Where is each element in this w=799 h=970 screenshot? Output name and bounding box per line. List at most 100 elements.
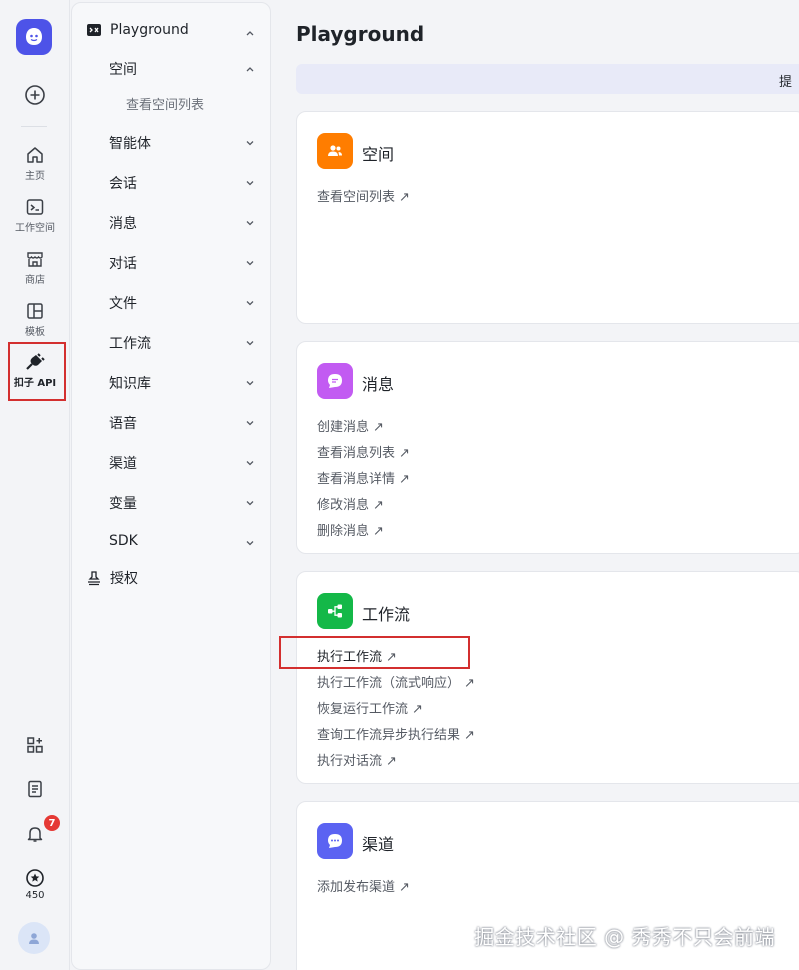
link-label: 修改消息: [317, 498, 370, 513]
notifications-button[interactable]: [0, 824, 70, 844]
points-button[interactable]: 450: [0, 868, 70, 901]
template-icon: [27, 303, 43, 319]
nav-item-file[interactable]: 文件: [109, 293, 137, 313]
rail-divider: [21, 126, 47, 127]
link-label: 查看消息详情: [317, 472, 396, 487]
page-title: Playground: [296, 22, 425, 46]
card-space: 空间 查看空间列表 ↗: [296, 111, 799, 324]
link-workflow-async-result[interactable]: 查询工作流异步执行结果 ↗: [317, 724, 475, 743]
apps-button[interactable]: [0, 735, 70, 755]
home-icon: [27, 147, 43, 163]
tip-banner: 提: [296, 64, 799, 94]
logo-icon: [26, 28, 42, 45]
chevron-down-icon[interactable]: [244, 457, 256, 469]
card-workflow: 工作流 执行工作流 ↗ 执行工作流（流式响应） ↗ 恢复运行工作流 ↗ 查询工作流异步…: [296, 571, 799, 784]
external-link-icon: ↗: [412, 702, 423, 717]
message-icon: [317, 363, 353, 399]
link-label: 添加发布渠道: [317, 880, 396, 895]
link-run-workflow-stream[interactable]: 执行工作流（流式响应） ↗: [317, 672, 475, 691]
external-link-icon: ↗: [386, 754, 397, 769]
link-label: 执行工作流（流式响应）: [317, 676, 461, 691]
card-title: 工作流: [362, 605, 411, 624]
nav-auth-label: 授权: [110, 571, 138, 587]
rail-item-template[interactable]: 模板: [0, 301, 70, 338]
points-count: 450: [25, 890, 45, 901]
nav-header-playground[interactable]: Playground: [86, 22, 189, 38]
nav-item-workflow[interactable]: 工作流: [109, 333, 151, 353]
link-label: 查看消息列表: [317, 446, 396, 461]
link-resume-workflow[interactable]: 恢复运行工作流 ↗: [317, 698, 423, 717]
coze-logo[interactable]: [16, 19, 52, 55]
external-link-icon: ↗: [464, 728, 475, 743]
nav-item-auth[interactable]: 授权: [86, 568, 138, 588]
external-link-icon: ↗: [399, 446, 410, 461]
rail-item-label: 模板: [25, 327, 45, 338]
external-link-icon: ↗: [373, 420, 384, 435]
nav-item-channel[interactable]: 渠道: [109, 453, 137, 473]
nav-item-voice[interactable]: 语音: [109, 413, 137, 433]
nav-item-sdk[interactable]: SDK: [109, 533, 138, 549]
docs-button[interactable]: [0, 779, 70, 799]
external-link-icon: ↗: [464, 676, 475, 691]
link-label: 查看空间列表: [317, 190, 396, 205]
card-title: 空间: [362, 145, 395, 164]
external-link-icon: ↗: [399, 472, 410, 487]
link-add-channel[interactable]: 添加发布渠道 ↗: [317, 876, 410, 895]
chevron-down-icon[interactable]: [244, 497, 256, 509]
link-label: 执行对话流: [317, 754, 383, 769]
nav-subitem-list-spaces[interactable]: 查看空间列表: [126, 94, 204, 113]
chevron-down-icon[interactable]: [244, 537, 256, 549]
link-list-spaces[interactable]: 查看空间列表 ↗: [317, 186, 410, 205]
link-create-message[interactable]: 创建消息 ↗: [317, 416, 384, 435]
chevron-up-icon[interactable]: [244, 63, 256, 75]
channel-icon: [317, 823, 353, 859]
link-label: 恢复运行工作流: [317, 702, 409, 717]
chevron-down-icon[interactable]: [244, 177, 256, 189]
nav-item-bot[interactable]: 智能体: [109, 133, 151, 153]
bell-icon: [27, 827, 43, 842]
chevron-up-icon[interactable]: [244, 27, 256, 39]
link-label: 查询工作流异步执行结果: [317, 728, 461, 743]
link-update-message[interactable]: 修改消息 ↗: [317, 494, 384, 513]
card-title: 渠道: [362, 835, 395, 854]
rail-item-store[interactable]: 商店: [0, 249, 70, 286]
rail-item-workspace[interactable]: 工作空间: [0, 197, 70, 234]
chevron-down-icon[interactable]: [244, 417, 256, 429]
link-label: 删除消息: [317, 524, 370, 539]
stamp-icon: [88, 571, 100, 586]
nav-item-conversation[interactable]: 会话: [109, 173, 137, 193]
avatar[interactable]: [18, 922, 50, 954]
chevron-down-icon[interactable]: [244, 377, 256, 389]
nav-item-chat[interactable]: 对话: [109, 253, 137, 273]
nav-item-space[interactable]: 空间: [109, 59, 137, 79]
chevron-down-icon[interactable]: [244, 217, 256, 229]
card-title: 消息: [362, 375, 395, 394]
nav-item-message[interactable]: 消息: [109, 213, 137, 233]
nav-item-knowledge[interactable]: 知识库: [109, 373, 151, 393]
chevron-down-icon[interactable]: [244, 297, 256, 309]
star-badge-icon: [26, 869, 44, 887]
chevron-down-icon[interactable]: [244, 257, 256, 269]
rail-item-label: 商店: [25, 275, 45, 286]
link-list-messages[interactable]: 查看消息列表 ↗: [317, 442, 410, 461]
notification-badge: 7: [44, 815, 60, 831]
document-icon: [28, 780, 42, 798]
left-rail: 主页 工作空间 商店 模板 扣子 API 7 450: [0, 0, 70, 970]
link-run-chatflow[interactable]: 执行对话流 ↗: [317, 750, 397, 769]
external-link-icon: ↗: [373, 524, 384, 539]
rail-item-home[interactable]: 主页: [0, 145, 70, 182]
chevron-down-icon[interactable]: [244, 137, 256, 149]
new-button[interactable]: [0, 84, 70, 106]
playground-icon: [87, 24, 101, 36]
link-delete-message[interactable]: 删除消息 ↗: [317, 520, 384, 539]
terminal-icon: [26, 199, 44, 215]
store-icon: [27, 252, 43, 267]
link-message-detail[interactable]: 查看消息详情 ↗: [317, 468, 410, 487]
external-link-icon: ↗: [373, 498, 384, 513]
app-window: 主页 工作空间 商店 模板 扣子 API 7 450 Playground 空间…: [0, 0, 799, 970]
grid-icon: [27, 737, 43, 753]
nav-item-variable[interactable]: 变量: [109, 493, 137, 513]
chevron-down-icon[interactable]: [244, 337, 256, 349]
rail-item-label: 工作空间: [15, 223, 55, 234]
nav-header-label: Playground: [110, 22, 189, 38]
